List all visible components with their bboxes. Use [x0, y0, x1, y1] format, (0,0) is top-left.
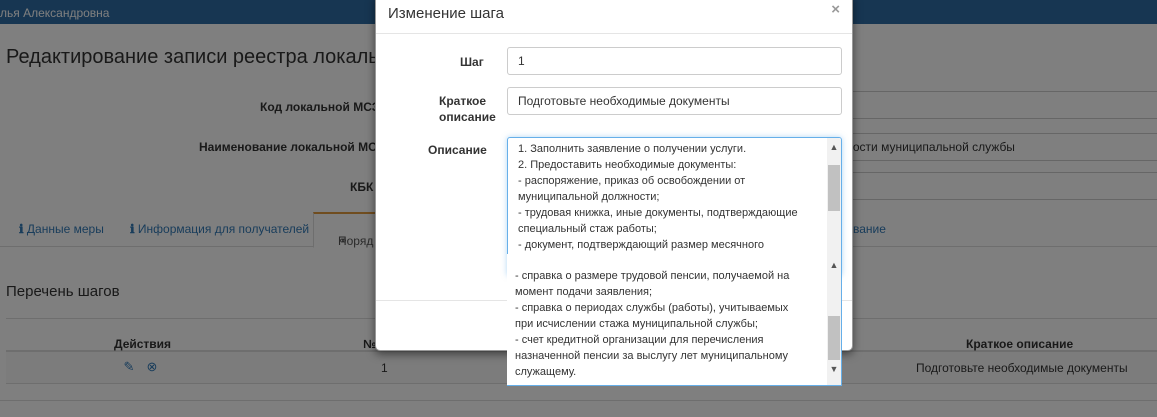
short-desc-label-line2: описание: [439, 110, 496, 124]
description-line: муниципальной должности;: [518, 191, 660, 203]
description-line: - счет кредитной организации для перечис…: [515, 334, 764, 346]
scroll-up-icon[interactable]: ▲: [827, 258, 841, 272]
description-line: служащему.: [515, 366, 577, 378]
description-line: - трудовая книжка, иные документы, подтв…: [518, 207, 798, 219]
modal-header-divider: [376, 33, 852, 34]
overflow-scrollbar[interactable]: ▲ ▼: [827, 254, 841, 385]
short-desc-field-value: Подготовьте необходимые документы: [518, 94, 730, 108]
close-icon[interactable]: ×: [831, 1, 840, 18]
short-desc-label: Краткое описание: [439, 93, 496, 125]
description-line: момент подачи заявления;: [515, 286, 653, 298]
description-overflow[interactable]: - справка о размере трудовой пенсии, пол…: [507, 254, 842, 386]
description-line: - справка о размере трудовой пенсии, пол…: [515, 270, 790, 282]
modal-title: Изменение шага: [388, 5, 504, 22]
description-line: специальный стаж работы;: [518, 223, 657, 235]
description-line: 2. Предоставить необходимые документы:: [518, 159, 737, 171]
description-line: - распоряжение, приказ об освобождении о…: [518, 175, 746, 187]
description-line: - документ, подтверждающий размер месячн…: [518, 239, 764, 251]
short-desc-field[interactable]: Подготовьте необходимые документы: [507, 87, 842, 115]
description-line: назначенной пенсии за выслугу лет муници…: [515, 350, 789, 362]
step-field-value: 1: [518, 54, 525, 68]
description-line: - справка о периодах службы (работы), уч…: [515, 302, 789, 314]
description-line: 1. Заполнить заявление о получении услуг…: [518, 143, 747, 155]
scroll-down-icon[interactable]: ▼: [827, 362, 841, 376]
scrollbar-thumb[interactable]: [828, 165, 840, 211]
description-more-text: - справка о размере трудовой пенсии, пол…: [515, 268, 825, 380]
scrollbar-thumb[interactable]: [828, 316, 840, 360]
scroll-up-icon[interactable]: ▲: [827, 140, 841, 154]
short-desc-label-line1: Краткое: [439, 94, 487, 108]
description-text: 1. Заполнить заявление о получении услуг…: [518, 141, 828, 269]
description-label: Описание: [428, 143, 487, 157]
step-label: Шаг: [460, 55, 484, 69]
step-field[interactable]: 1: [507, 47, 842, 75]
description-line: при исчислении стажа муниципальной служб…: [515, 318, 758, 330]
